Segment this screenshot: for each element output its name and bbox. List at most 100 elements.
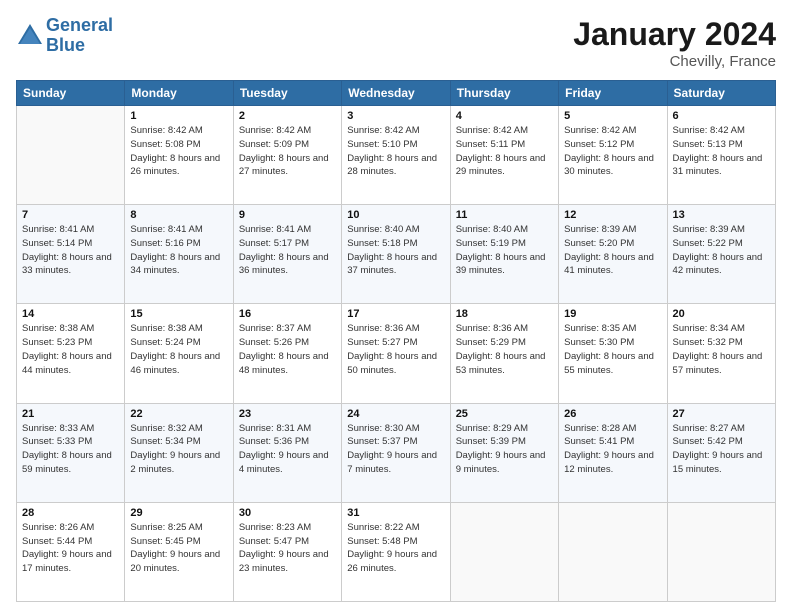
day-number: 15 <box>130 308 227 320</box>
location: Chevilly, France <box>573 53 776 70</box>
calendar-cell: 28 Sunrise: 8:26 AMSunset: 5:44 PMDayligh… <box>17 502 125 601</box>
calendar-cell <box>667 502 775 601</box>
calendar-cell: 15 Sunrise: 8:38 AMSunset: 5:24 PMDayligh… <box>125 304 233 403</box>
day-info: Sunrise: 8:30 AMSunset: 5:37 PMDaylight:… <box>347 422 444 477</box>
day-info: Sunrise: 8:35 AMSunset: 5:30 PMDaylight:… <box>564 322 661 377</box>
day-number: 6 <box>673 110 770 122</box>
day-info: Sunrise: 8:34 AMSunset: 5:32 PMDaylight:… <box>673 322 770 377</box>
day-info: Sunrise: 8:36 AMSunset: 5:27 PMDaylight:… <box>347 322 444 377</box>
calendar-cell: 7Sunrise: 8:41 AMSunset: 5:14 PMDaylight… <box>17 205 125 304</box>
calendar-cell <box>559 502 667 601</box>
logo-icon <box>16 22 44 50</box>
day-info: Sunrise: 8:41 AMSunset: 5:16 PMDaylight:… <box>130 223 227 278</box>
day-info: Sunrise: 8:26 AMSunset: 5:44 PMDaylight:… <box>22 521 119 576</box>
week-row-1: 7Sunrise: 8:41 AMSunset: 5:14 PMDaylight… <box>17 205 776 304</box>
day-number: 31 <box>347 507 444 519</box>
calendar-cell: 29 Sunrise: 8:25 AMSunset: 5:45 PMDayligh… <box>125 502 233 601</box>
day-info: Sunrise: 8:29 AMSunset: 5:39 PMDaylight:… <box>456 422 553 477</box>
day-info: Sunrise: 8:32 AMSunset: 5:34 PMDaylight:… <box>130 422 227 477</box>
calendar-cell: 20 Sunrise: 8:34 AMSunset: 5:32 PMDayligh… <box>667 304 775 403</box>
col-header-tuesday: Tuesday <box>233 81 341 106</box>
day-number: 14 <box>22 308 119 320</box>
day-number: 8 <box>130 209 227 221</box>
calendar-cell: 13 Sunrise: 8:39 AMSunset: 5:22 PMDayligh… <box>667 205 775 304</box>
day-number: 22 <box>130 408 227 420</box>
day-info: Sunrise: 8:38 AMSunset: 5:24 PMDaylight:… <box>130 322 227 377</box>
calendar-cell: 2Sunrise: 8:42 AMSunset: 5:09 PMDaylight… <box>233 106 341 205</box>
calendar-cell: 12 Sunrise: 8:39 AMSunset: 5:20 PMDayligh… <box>559 205 667 304</box>
week-row-3: 21 Sunrise: 8:33 AMSunset: 5:33 PMDayligh… <box>17 403 776 502</box>
day-number: 27 <box>673 408 770 420</box>
day-info: Sunrise: 8:42 AMSunset: 5:09 PMDaylight:… <box>239 124 336 179</box>
calendar-cell <box>17 106 125 205</box>
page: General Blue January 2024 Chevilly, Fran… <box>0 0 792 612</box>
day-info: Sunrise: 8:39 AMSunset: 5:22 PMDaylight:… <box>673 223 770 278</box>
day-info: Sunrise: 8:41 AMSunset: 5:14 PMDaylight:… <box>22 223 119 278</box>
day-number: 25 <box>456 408 553 420</box>
month-title: January 2024 <box>573 16 776 53</box>
calendar-cell: 31 Sunrise: 8:22 AMSunset: 5:48 PMDayligh… <box>342 502 450 601</box>
day-info: Sunrise: 8:23 AMSunset: 5:47 PMDaylight:… <box>239 521 336 576</box>
day-number: 21 <box>22 408 119 420</box>
calendar-cell: 30 Sunrise: 8:23 AMSunset: 5:47 PMDayligh… <box>233 502 341 601</box>
col-header-thursday: Thursday <box>450 81 558 106</box>
calendar-header-row: SundayMondayTuesdayWednesdayThursdayFrid… <box>17 81 776 106</box>
calendar-cell: 3 Sunrise: 8:42 AMSunset: 5:10 PMDaylight… <box>342 106 450 205</box>
day-number: 20 <box>673 308 770 320</box>
calendar-cell: 11 Sunrise: 8:40 AMSunset: 5:19 PMDayligh… <box>450 205 558 304</box>
calendar-cell <box>450 502 558 601</box>
col-header-monday: Monday <box>125 81 233 106</box>
header: General Blue January 2024 Chevilly, Fran… <box>16 16 776 70</box>
day-number: 3 <box>347 110 444 122</box>
day-number: 24 <box>347 408 444 420</box>
day-info: Sunrise: 8:40 AMSunset: 5:19 PMDaylight:… <box>456 223 553 278</box>
logo: General Blue <box>16 16 113 56</box>
calendar-cell: 9 Sunrise: 8:41 AMSunset: 5:17 PMDaylight… <box>233 205 341 304</box>
day-info: Sunrise: 8:42 AMSunset: 5:11 PMDaylight:… <box>456 124 553 179</box>
day-number: 12 <box>564 209 661 221</box>
day-number: 5 <box>564 110 661 122</box>
day-info: Sunrise: 8:41 AMSunset: 5:17 PMDaylight:… <box>239 223 336 278</box>
day-number: 28 <box>22 507 119 519</box>
day-info: Sunrise: 8:37 AMSunset: 5:26 PMDaylight:… <box>239 322 336 377</box>
week-row-0: 1Sunrise: 8:42 AMSunset: 5:08 PMDaylight… <box>17 106 776 205</box>
day-number: 11 <box>456 209 553 221</box>
calendar-cell: 27Sunrise: 8:27 AMSunset: 5:42 PMDayligh… <box>667 403 775 502</box>
day-info: Sunrise: 8:33 AMSunset: 5:33 PMDaylight:… <box>22 422 119 477</box>
logo-text: General Blue <box>46 16 113 56</box>
calendar-cell: 17Sunrise: 8:36 AMSunset: 5:27 PMDayligh… <box>342 304 450 403</box>
week-row-4: 28 Sunrise: 8:26 AMSunset: 5:44 PMDayligh… <box>17 502 776 601</box>
day-info: Sunrise: 8:31 AMSunset: 5:36 PMDaylight:… <box>239 422 336 477</box>
day-info: Sunrise: 8:39 AMSunset: 5:20 PMDaylight:… <box>564 223 661 278</box>
col-header-sunday: Sunday <box>17 81 125 106</box>
day-number: 10 <box>347 209 444 221</box>
day-number: 26 <box>564 408 661 420</box>
day-info: Sunrise: 8:40 AMSunset: 5:18 PMDaylight:… <box>347 223 444 278</box>
calendar-table: SundayMondayTuesdayWednesdayThursdayFrid… <box>16 80 776 602</box>
logo-line2: Blue <box>46 35 85 55</box>
day-info: Sunrise: 8:22 AMSunset: 5:48 PMDaylight:… <box>347 521 444 576</box>
day-number: 18 <box>456 308 553 320</box>
day-info: Sunrise: 8:42 AMSunset: 5:10 PMDaylight:… <box>347 124 444 179</box>
day-info: Sunrise: 8:28 AMSunset: 5:41 PMDaylight:… <box>564 422 661 477</box>
calendar-cell: 25 Sunrise: 8:29 AMSunset: 5:39 PMDayligh… <box>450 403 558 502</box>
calendar-cell: 14Sunrise: 8:38 AMSunset: 5:23 PMDayligh… <box>17 304 125 403</box>
logo-line1: General <box>46 15 113 35</box>
day-number: 19 <box>564 308 661 320</box>
day-info: Sunrise: 8:42 AMSunset: 5:12 PMDaylight:… <box>564 124 661 179</box>
calendar-cell: 5 Sunrise: 8:42 AMSunset: 5:12 PMDaylight… <box>559 106 667 205</box>
day-info: Sunrise: 8:42 AMSunset: 5:13 PMDaylight:… <box>673 124 770 179</box>
day-number: 9 <box>239 209 336 221</box>
calendar-cell: 6 Sunrise: 8:42 AMSunset: 5:13 PMDaylight… <box>667 106 775 205</box>
day-number: 4 <box>456 110 553 122</box>
calendar-cell: 8 Sunrise: 8:41 AMSunset: 5:16 PMDaylight… <box>125 205 233 304</box>
day-number: 16 <box>239 308 336 320</box>
calendar-cell: 24 Sunrise: 8:30 AMSunset: 5:37 PMDayligh… <box>342 403 450 502</box>
day-number: 23 <box>239 408 336 420</box>
col-header-friday: Friday <box>559 81 667 106</box>
day-number: 30 <box>239 507 336 519</box>
day-info: Sunrise: 8:25 AMSunset: 5:45 PMDaylight:… <box>130 521 227 576</box>
day-number: 13 <box>673 209 770 221</box>
calendar-cell: 26 Sunrise: 8:28 AMSunset: 5:41 PMDayligh… <box>559 403 667 502</box>
day-number: 29 <box>130 507 227 519</box>
